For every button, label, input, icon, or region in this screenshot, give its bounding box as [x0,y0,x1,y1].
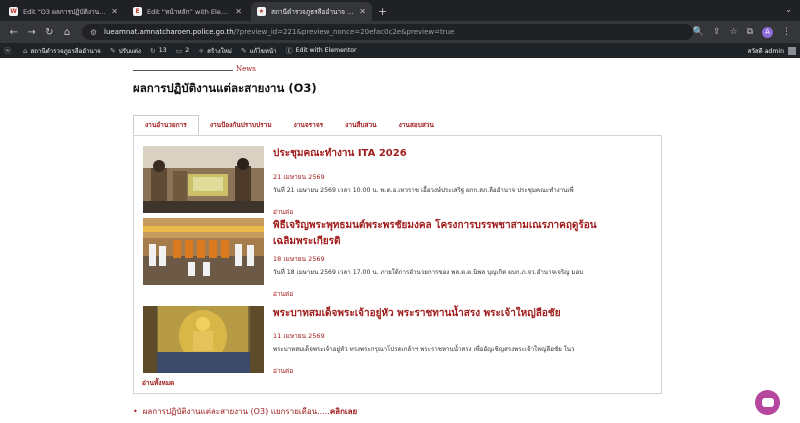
news-thumbnail[interactable] [143,218,264,285]
browser-tab-2[interactable]: E Edit “หน้าหลัก” with Elementor ✕ [127,2,248,21]
browser-tab-title: สถานีตำรวจภูธรลืออำนาจ – Luean [271,7,355,16]
browser-tab-title: Edit “O3 ผลการปฏิบัติงานแต่ละสาย [23,7,108,16]
news-thumbnail[interactable] [143,306,264,373]
admin-updates[interactable]: ↻ 13 [150,47,167,55]
news-thumbnail[interactable] [143,146,264,213]
wp-admin-bar: ⓦ ⌂ สถานีตำรวจภูธรลืออำนาจ ✎ ปรับแต่ง ↻ 13 … [0,43,800,58]
admin-elementor[interactable]: Ⓔ Edit with Elementor [286,46,357,56]
home-icon: ⌂ [23,46,28,55]
admin-account[interactable]: สวัสดี admin [748,46,796,56]
browser-tab-title: Edit “หน้าหลัก” with Elementor [147,7,232,16]
wordpress-favicon-icon: W [9,7,18,16]
zoom-icon[interactable]: 🔍 [693,27,704,37]
click-here-link[interactable]: คลิกเลย [330,405,357,418]
bookmark-star-icon[interactable]: ☆ [729,27,737,37]
category-tabs: งานอำนวยการ งานป้องกันปราบปราม งานจราจร … [133,115,445,135]
close-tab-icon[interactable]: ✕ [235,7,242,16]
bullet-icon: • [133,407,138,416]
close-tab-icon[interactable]: ✕ [359,7,366,16]
browser-tab-1[interactable]: W Edit “O3 ผลการปฏิบัติงานแต่ละสาย ✕ [3,2,124,21]
admin-new[interactable]: + สร้างใหม่ [198,46,232,56]
tab-investigation[interactable]: งานสืบสวน [334,115,387,135]
elementor-favicon-icon: E [133,7,142,16]
new-tab-icon[interactable]: + [378,2,387,21]
news-info: ประชุมคณะทำงาน ITA 2026 21 เมษายน 2569 ว… [273,146,653,217]
admin-site-name[interactable]: ⌂ สถานีตำรวจภูธรลืออำนาจ [23,46,101,56]
news-info: พิธีเจริญพระพุทธมนต์พระพรชัยมงคล โครงการ… [273,218,653,299]
avatar [788,46,796,55]
news-date: 21 เมษายน 2569 [273,173,325,181]
site-favicon-icon: ★ [257,7,266,16]
wp-logo-icon[interactable]: ⓦ [4,46,14,56]
admin-comments[interactable]: ▭ 2 [176,47,190,55]
reload-icon[interactable]: ↻ [40,27,58,38]
news-info: พระบาทสมเด็จพระเจ้าอยู่หัว พระราชทานน้ำส… [273,306,653,376]
url-path: /?preview_id=221&preview_nonce=20efac0c2… [233,28,455,36]
admin-edit-page[interactable]: ✎ แก้ไขหน้า [241,46,277,56]
elementor-icon: Ⓔ [285,46,293,55]
comment-icon: ▭ [175,46,183,55]
page-content: News ผลการปฏิบัติงานแต่ละสายงาน (O3) งาน… [0,58,800,423]
chat-widget-button[interactable] [755,390,780,415]
extensions-icon[interactable]: ⧉ [747,27,753,37]
tab-traffic[interactable]: งานจราจร [283,115,335,135]
page-title: ผลการปฏิบัติงานแต่ละสายงาน (O3) [133,81,317,95]
read-more-link[interactable]: อ่านต่อ [273,289,653,299]
admin-customize[interactable]: ✎ ปรับแต่ง [110,46,141,56]
forward-icon[interactable]: → [23,27,41,38]
kicker-label: News [236,65,256,73]
news-date: 11 เมษายน 2569 [273,332,325,340]
tab-panel: ประชุมคณะทำงาน ITA 2026 21 เมษายน 2569 ว… [133,135,662,394]
updates-icon: ↻ [149,46,156,55]
profile-avatar[interactable]: A [762,26,773,38]
tab-search-icon[interactable]: ⌄ [785,5,792,14]
plus-icon: + [198,46,205,55]
toolbar-actions: 🔍 ⇪ ☆ ⧉ A ⋮ [693,26,795,38]
address-bar[interactable]: ⚙ lueamnat.amnatcharoen.police.go.th/?pr… [81,24,693,40]
read-more-link[interactable]: อ่านต่อ [273,207,653,217]
menu-icon[interactable]: ⋮ [782,27,791,37]
view-all-link[interactable]: อ่านทั้งหมด [142,378,174,388]
share-icon[interactable]: ⇪ [713,27,721,37]
brush-icon: ✎ [109,46,116,55]
monthly-text: ผลการปฏิบัติงานแต่ละสายงาน (O3) แยกรายเด… [142,407,330,416]
kicker-divider [133,70,233,71]
pencil-icon: ✎ [240,46,247,55]
news-excerpt: วันที่ 18 เมษายน 2569 เวลา 17.00 น. ภายใ… [273,269,584,276]
browser-tab-strip: W Edit “O3 ผลการปฏิบัติงานแต่ละสาย ✕ E E… [0,0,800,21]
news-excerpt: วันที่ 21 เมษายน 2569 เวลา 10.00 น. พ.ต.… [273,187,574,194]
monthly-report-link[interactable]: • ผลการปฏิบัติงานแต่ละสายงาน (O3) แยกราย… [133,405,357,418]
news-date: 18 เมษายน 2569 [273,255,325,263]
tab-admin[interactable]: งานอำนวยการ [133,115,199,135]
news-title[interactable]: พระบาทสมเด็จพระเจ้าอยู่หัว พระราชทานน้ำส… [273,306,653,322]
url-host: lueamnat.amnatcharoen.police.go.th [104,28,234,36]
home-icon[interactable]: ⌂ [58,27,76,38]
news-excerpt: พระบาทสมเด็จพระเจ้าอยู่หัว ทรงพระกรุณาโป… [273,346,575,353]
read-more-link[interactable]: อ่านต่อ [273,366,653,376]
chat-bubble-icon [761,398,774,407]
browser-tab-3[interactable]: ★ สถานีตำรวจภูธรลืออำนาจ – Luean ✕ [251,2,372,21]
site-info-icon[interactable]: ⚙ [90,28,97,37]
tab-prevention[interactable]: งานป้องกันปราบปราม [199,115,283,135]
browser-toolbar: ← → ↻ ⌂ ⚙ lueamnat.amnatcharoen.police.g… [0,21,800,43]
close-tab-icon[interactable]: ✕ [111,7,118,16]
tab-inquiry[interactable]: งานสอบสวน [388,115,445,135]
news-title[interactable]: ประชุมคณะทำงาน ITA 2026 [273,146,653,162]
news-title[interactable]: พิธีเจริญพระพุทธมนต์พระพรชัยมงคล โครงการ… [273,218,653,250]
back-icon[interactable]: ← [5,27,23,38]
